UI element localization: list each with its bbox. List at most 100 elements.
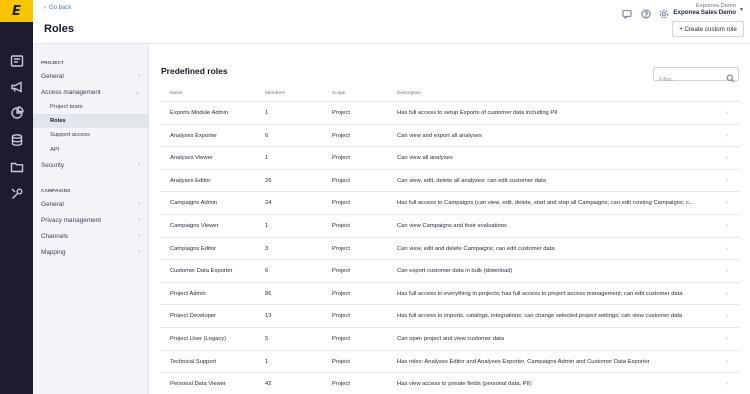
role-description: Has roles: Analyses Editor and Analyses …: [397, 358, 650, 365]
role-scope: Project: [332, 132, 351, 139]
chevron-right-icon: ›: [726, 155, 728, 162]
role-members: 42: [265, 381, 272, 388]
role-description: Can open project and view customer data: [397, 335, 504, 342]
role-name: Analyses Exporter: [170, 132, 218, 139]
column-header-description: Description: [397, 91, 421, 96]
role-description: Has full access to Campaigns (can view, …: [397, 200, 694, 207]
role-scope: Project: [332, 358, 351, 365]
role-description: Has full access to imports, catalogs, in…: [397, 313, 683, 320]
chevron-right-icon: ›: [726, 110, 728, 116]
role-members: 24: [265, 200, 272, 207]
sidebar-item-mapping[interactable]: Mapping ›: [33, 245, 149, 259]
chevron-right-icon: ›: [726, 177, 728, 184]
chevron-right-icon: ›: [138, 217, 140, 223]
role-scope: Project: [332, 155, 351, 162]
role-members: 5: [265, 335, 269, 342]
role-members: 26: [265, 177, 272, 184]
table-row[interactable]: Analyses Viewer 1 Project Can view all anal…: [160, 146, 740, 169]
sidebar-item-security[interactable]: Security ›: [33, 158, 149, 172]
chevron-left-icon: ‹: [44, 5, 46, 11]
chat-icon[interactable]: [622, 6, 632, 20]
table-row[interactable]: Project Developer 13 Project Has full acces…: [160, 304, 740, 327]
sidebar-item-channels[interactable]: Channels ›: [33, 229, 149, 243]
sidebar-item-general[interactable]: General ›: [33, 69, 149, 83]
table-row[interactable]: Analyses Exporter 6 Project Can view and ex…: [160, 123, 740, 147]
role-scope: Project: [332, 335, 351, 342]
app-logo[interactable]: E: [0, 0, 33, 22]
sidebar-item-privacy-management[interactable]: Privacy management ›: [33, 213, 149, 227]
chevron-right-icon: ›: [726, 381, 728, 388]
role-scope: Project: [332, 222, 351, 229]
role-description: Can view and export all analyses: [397, 132, 482, 139]
create-custom-role-button[interactable]: + Create custom role: [672, 21, 744, 37]
table-row[interactable]: Technical Support 1 Project Has roles: Anal…: [160, 349, 740, 373]
role-scope: Project: [332, 177, 351, 184]
table-row[interactable]: Analyses Editor 26 Project Can view, edit, …: [160, 168, 740, 192]
database-icon[interactable]: [8, 131, 25, 148]
dashboard-icon[interactable]: [8, 52, 25, 69]
role-name: Campaigns Admin: [170, 200, 218, 207]
sidebar-item-campaigns-general[interactable]: General ›: [33, 197, 149, 211]
table-row[interactable]: Campaigns Admin 24 Project Has full access …: [160, 191, 740, 214]
tools-icon[interactable]: [8, 185, 25, 202]
sidebar-item-label: General: [41, 200, 64, 208]
caret-down-icon[interactable]: ▼: [739, 7, 744, 13]
chevron-right-icon: ›: [138, 73, 140, 79]
settings-icon[interactable]: [659, 6, 669, 19]
table-row[interactable]: Customer Data Exporter 6 Project Can export…: [160, 259, 740, 282]
sidebar-item-access-management[interactable]: Access management ⌄: [33, 85, 149, 99]
folder-icon[interactable]: [8, 158, 25, 175]
column-header-scope: Scope: [332, 91, 346, 96]
megaphone-icon[interactable]: [8, 78, 25, 95]
role-name: Project Developer: [170, 313, 217, 320]
chevron-right-icon: ›: [726, 222, 728, 229]
chevron-right-icon: ›: [138, 249, 140, 255]
role-name: Campaigns Editor: [170, 245, 217, 252]
section-label-campaigns: CAMPAIGNS: [41, 188, 71, 193]
role-scope: Project: [332, 268, 351, 275]
role-name: Project User (Legacy): [170, 335, 227, 342]
column-header-name: Name: [170, 91, 183, 96]
filter-input[interactable]: [654, 74, 722, 86]
table-row[interactable]: Project User (Legacy) 5 Project Can open pr…: [160, 326, 740, 350]
role-scope: Project: [332, 290, 351, 297]
chevron-right-icon: ›: [726, 132, 728, 139]
sidebar-item-support-access[interactable]: Support access: [33, 128, 149, 142]
role-name: Analyses Viewer: [170, 155, 213, 162]
table-row[interactable]: Personal Data Viewer 42 Project Has view ac…: [160, 372, 740, 394]
role-description: Can view Campaigns and their evaluations: [397, 222, 507, 229]
analytics-icon[interactable]: [8, 104, 25, 121]
chevron-right-icon: ›: [138, 162, 140, 168]
role-name: Campaigns Viewer: [170, 222, 219, 229]
table-row[interactable]: Project Admin 86 Project Has full access to…: [160, 281, 740, 305]
role-members: 13: [265, 313, 272, 320]
sidebar-item-label: General: [41, 72, 64, 80]
help-icon[interactable]: [641, 6, 651, 19]
go-back-link[interactable]: ‹ Go back: [44, 5, 71, 11]
sidebar-item-api[interactable]: API: [33, 143, 149, 157]
role-description: Can view, edit, delete all analyses; can…: [397, 177, 546, 184]
chevron-right-icon: ›: [726, 335, 728, 342]
org-switcher[interactable]: Exponea Demo Exponea Sales Demo: [673, 3, 736, 16]
sidebar-item-project-team[interactable]: Project team: [33, 100, 149, 114]
role-members: 6: [265, 268, 269, 275]
chevron-right-icon: ›: [726, 268, 728, 275]
section-title: Predefined roles: [161, 66, 228, 76]
sidebar-item-roles[interactable]: Roles: [33, 114, 149, 128]
filter-field[interactable]: [653, 67, 739, 86]
chevron-down-icon: ⌄: [134, 89, 140, 96]
role-name: Exports Module Admin: [170, 110, 228, 116]
table-row[interactable]: Campaigns Editor 3 Project Can view, edit a…: [160, 236, 740, 260]
role-description: Has full access to everything in project…: [397, 290, 683, 297]
sidebar-item-label: Access management: [41, 88, 101, 96]
table-row[interactable]: Exports Module Admin 1 Project Has full acc…: [160, 101, 740, 124]
roles-table: Exports Module Admin 1 Project Has full acc…: [160, 101, 740, 394]
search-icon: [726, 70, 735, 88]
role-members: 1: [265, 358, 269, 365]
role-scope: Project: [332, 245, 351, 252]
table-row[interactable]: Campaigns Viewer 1 Project Can view Campaig…: [160, 213, 740, 237]
role-scope: Project: [332, 313, 351, 320]
role-description: Can view all analyses: [397, 155, 453, 162]
page-title: Roles: [44, 23, 74, 35]
role-name: Analyses Editor: [170, 177, 211, 184]
